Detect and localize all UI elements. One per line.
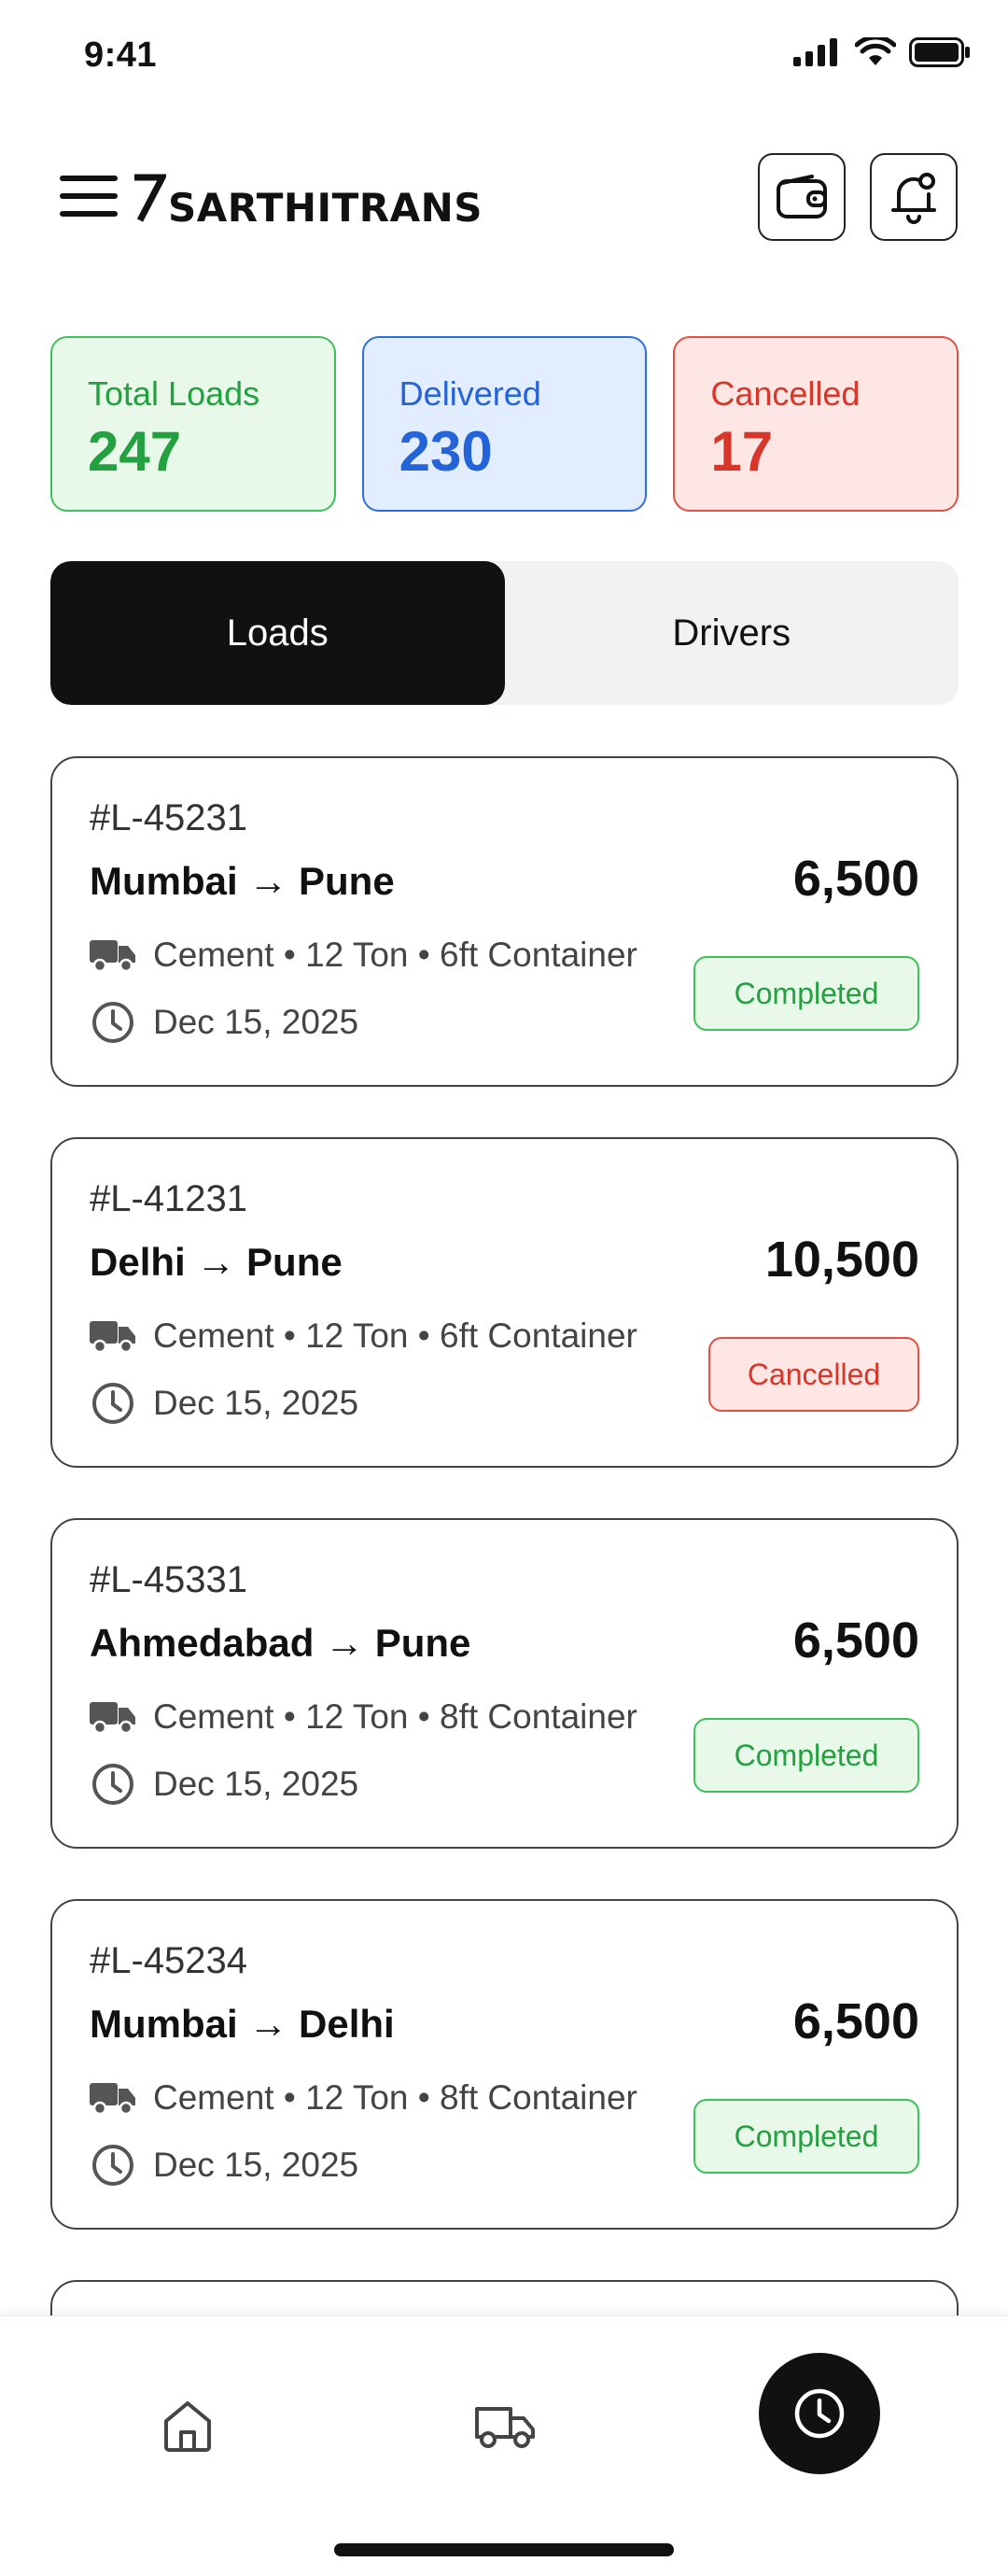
bell-icon [891, 173, 936, 224]
home-icon [164, 2401, 211, 2452]
tab-drivers[interactable]: Drivers [505, 561, 959, 705]
nav-history[interactable] [759, 2353, 880, 2474]
load-details: Cement • 12 Ton • 8ft Container [90, 1697, 637, 1737]
stat-value: 230 [399, 420, 493, 483]
wallet-icon [777, 175, 827, 218]
truck-icon [90, 1321, 135, 1353]
load-meta: Cement • 12 Ton • 6ft Container [153, 936, 637, 974]
load-route: Ahmedabad → Pune [90, 1621, 471, 1665]
wifi-icon [855, 37, 896, 65]
stat-card-delivered: Delivered 230 [361, 336, 648, 512]
load-details: Cement • 12 Ton • 8ft Container [90, 2078, 637, 2118]
load-price: 6,500 [792, 851, 919, 907]
load-price: 6,500 [792, 1612, 919, 1668]
hamburger-icon[interactable] [56, 170, 121, 222]
load-date-row: Dec 15, 2025 [90, 999, 358, 1046]
stat-card-cancelled: Cancelled 17 [673, 336, 959, 512]
load-card[interactable]: #L-41231 Delhi → Pune 10,500 Cement • 12… [50, 1137, 959, 1468]
stat-value: 247 [88, 420, 182, 483]
signal-icon [793, 38, 837, 66]
status-icons [793, 37, 971, 67]
load-id: #L-41231 [90, 1178, 248, 1219]
load-price: 6,500 [792, 1993, 919, 2049]
load-card[interactable]: #L-45231 Mumbai → Pune 6,500 Cement • 12… [50, 756, 959, 1087]
stat-label: Cancelled [710, 374, 861, 413]
app-header: SARTHITRANS [0, 149, 1008, 243]
segment-tabs: Loads Drivers [50, 561, 959, 705]
stat-card-total-loads: Total Loads 247 [50, 336, 336, 512]
nav-home[interactable] [127, 2365, 248, 2486]
load-date-row: Dec 15, 2025 [90, 1380, 358, 1427]
load-date: Dec 15, 2025 [153, 1765, 359, 1803]
truck-icon [475, 2407, 535, 2448]
history-icon [794, 2388, 845, 2439]
truck-icon [90, 2083, 135, 2115]
load-route: Mumbai → Delhi [90, 2002, 395, 2046]
status-badge: Completed [693, 1718, 919, 1793]
load-price: 10,500 [764, 1232, 919, 1288]
load-meta: Cement • 12 Ton • 8ft Container [153, 1697, 637, 1736]
load-date-row: Dec 15, 2025 [90, 1761, 358, 1808]
stats-summary: Total Loads 247 Delivered 230 Cancelled … [50, 336, 959, 512]
load-card[interactable]: #L-45331 Ahmedabad → Pune 6,500 Cement •… [50, 1518, 959, 1849]
battery-icon [909, 37, 970, 67]
tab-loads[interactable]: Loads [50, 561, 505, 705]
clock-icon [92, 1383, 133, 1424]
load-date: Dec 15, 2025 [153, 2146, 359, 2184]
brand-name: SARTHITRANS [168, 185, 483, 231]
notifications-button[interactable] [870, 153, 958, 241]
truck-icon [90, 1702, 135, 1734]
load-details: Cement • 12 Ton • 6ft Container [90, 936, 637, 975]
status-time: 9:41 [84, 35, 158, 75]
load-meta: Cement • 12 Ton • 8ft Container [153, 2078, 637, 2117]
status-badge: Cancelled [708, 1337, 919, 1412]
truck-icon [90, 940, 135, 972]
stat-label: Delivered [399, 374, 541, 413]
wallet-button[interactable] [758, 153, 846, 241]
load-details: Cement • 12 Ton • 6ft Container [90, 1316, 637, 1356]
home-indicator [334, 2543, 674, 2556]
load-date: Dec 15, 2025 [153, 1384, 359, 1422]
load-date-row: Dec 15, 2025 [90, 2142, 358, 2189]
status-badge: Completed [693, 2099, 919, 2174]
load-card[interactable]: #L-45234 Mumbai → Delhi 6,500 Cement • 1… [50, 1899, 959, 2230]
clock-icon [92, 1764, 133, 1805]
load-route: Mumbai → Pune [90, 859, 395, 903]
clock-icon [92, 1002, 133, 1043]
load-id: #L-45234 [90, 1940, 248, 1981]
brand-logo: SARTHITRANS [131, 162, 483, 237]
stat-value: 17 [710, 420, 774, 483]
load-id: #L-45231 [90, 797, 248, 838]
load-date: Dec 15, 2025 [153, 1003, 359, 1041]
bottom-navigation [0, 2316, 1008, 2576]
status-badge: Completed [693, 956, 919, 1031]
clock-icon [92, 2145, 133, 2186]
nav-loads[interactable] [444, 2365, 566, 2486]
stat-label: Total Loads [88, 374, 260, 413]
load-list: #L-45231 Mumbai → Pune 6,500 Cement • 12… [50, 756, 959, 2280]
status-bar: 9:41 [0, 0, 1008, 112]
load-id: #L-45331 [90, 1559, 248, 1600]
logo-mark-icon [134, 174, 166, 222]
load-meta: Cement • 12 Ton • 6ft Container [153, 1316, 637, 1355]
load-route: Delhi → Pune [90, 1240, 343, 1284]
